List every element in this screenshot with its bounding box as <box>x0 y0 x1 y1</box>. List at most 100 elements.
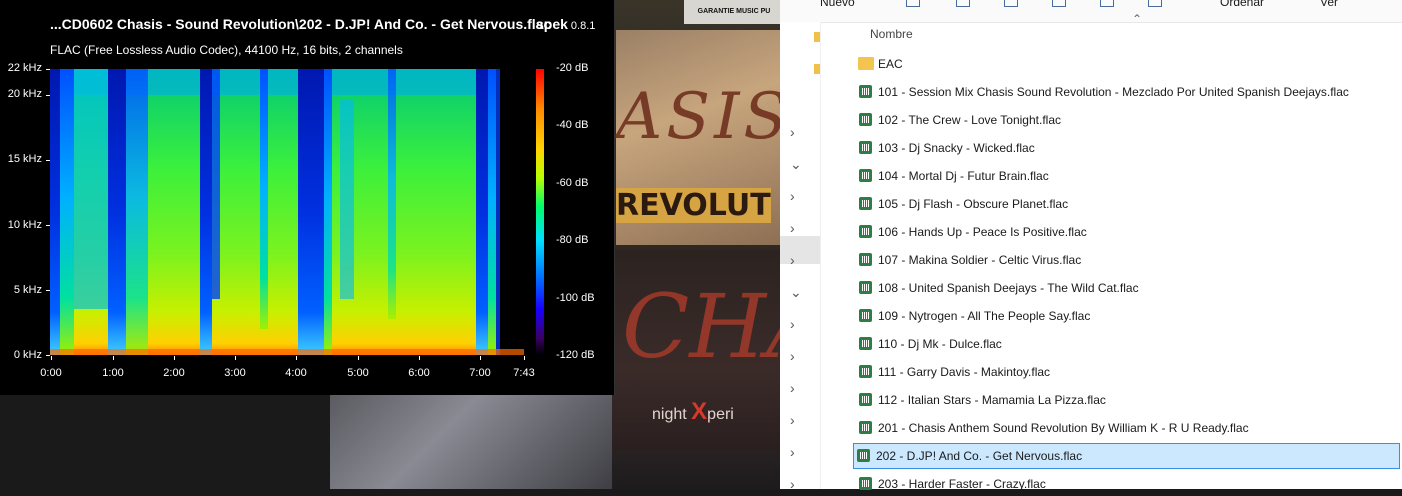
file-row[interactable]: 201 - Chasis Anthem Sound Revolution By … <box>856 416 1400 440</box>
y-tick-label: 0 kHz <box>13 349 42 361</box>
rename-icon[interactable] <box>1052 0 1066 7</box>
audio-file-icon <box>859 169 872 182</box>
db-tick-label: -40 dB <box>556 119 589 131</box>
garantie-sticker: GARANTIE MUSIC PU <box>684 0 782 24</box>
sort-arrow-icon[interactable]: ⌃ <box>1132 12 1142 26</box>
x-tick-label: 4:00 <box>285 367 307 379</box>
file-row[interactable]: 107 - Makina Soldier - Celtic Virus.flac <box>856 248 1400 272</box>
file-row[interactable]: 103 - Dj Snacky - Wicked.flac <box>856 136 1400 160</box>
folder-row[interactable]: EAC <box>856 52 1400 76</box>
x-tick <box>113 356 114 360</box>
x-tick <box>51 356 52 360</box>
y-tick <box>46 225 50 226</box>
db-tick-label: -100 dB <box>556 292 595 304</box>
file-name: 109 - Nytrogen - All The People Say.flac <box>878 309 1091 323</box>
y-tick <box>46 95 50 96</box>
x-tick <box>174 356 175 360</box>
file-name: 112 - Italian Stars - Mamamia La Pizza.f… <box>878 393 1106 407</box>
folder-icon <box>858 57 874 70</box>
sort-button[interactable]: Ordenar <box>1220 0 1264 9</box>
spek-window[interactable]: ...CD0602 Chasis - Sound Revolution\202 … <box>0 0 615 395</box>
x-tick-label: 2:00 <box>163 367 185 379</box>
file-name: 101 - Session Mix Chasis Sound Revolutio… <box>878 85 1349 99</box>
file-name: EAC <box>878 57 903 71</box>
chevron-right-icon[interactable]: › <box>790 380 795 396</box>
x-tick-label: 6:00 <box>408 367 430 379</box>
y-tick-label: 20 kHz <box>7 88 42 100</box>
audio-file-icon <box>859 421 872 434</box>
revolution-text: REVOLUT <box>616 188 771 223</box>
x-tick <box>480 356 481 360</box>
file-row[interactable]: 111 - Garry Davis - Makintoy.flac <box>856 360 1400 384</box>
peri-word: peri <box>707 406 734 423</box>
y-tick <box>46 290 50 291</box>
column-header-name[interactable]: Nombre <box>870 27 913 41</box>
file-row[interactable]: 202 - D.JP! And Co. - Get Nervous.flac <box>853 443 1400 469</box>
x-tick-label: 7:00 <box>469 367 491 379</box>
file-row[interactable]: 106 - Hands Up - Peace Is Positive.flac <box>856 220 1400 244</box>
x-tick-label: 7:43 <box>513 367 535 379</box>
chasis-logo-top: ASIS <box>616 80 782 154</box>
cut-icon[interactable] <box>906 0 920 7</box>
file-name: 108 - United Spanish Deejays - The Wild … <box>878 281 1139 295</box>
delete-icon[interactable] <box>1148 0 1162 7</box>
db-tick-label: -80 dB <box>556 234 589 246</box>
file-row[interactable]: 110 - Dj Mk - Dulce.flac <box>856 332 1400 356</box>
file-name: 106 - Hands Up - Peace Is Positive.flac <box>878 225 1087 239</box>
x-tick <box>235 356 236 360</box>
share-icon[interactable] <box>1100 0 1114 7</box>
y-tick-label: 22 kHz <box>7 62 42 74</box>
file-row[interactable]: 105 - Dj Flash - Obscure Planet.flac <box>856 192 1400 216</box>
night-experience-text: night Xperi <box>652 398 734 426</box>
chevron-right-icon[interactable]: › <box>790 444 795 460</box>
chevron-right-icon[interactable]: › <box>790 188 795 204</box>
copy-icon[interactable] <box>956 0 970 7</box>
file-row[interactable]: 203 - Harder Faster - Crazy.flac <box>856 472 1400 496</box>
db-tick-label: -60 dB <box>556 177 589 189</box>
chevron-down-icon[interactable]: ⌄ <box>790 284 802 301</box>
y-tick <box>46 355 50 356</box>
audio-file-icon <box>859 85 872 98</box>
db-tick-label: -120 dB <box>556 349 595 361</box>
audio-file-icon <box>859 197 872 210</box>
file-row[interactable]: 104 - Mortal Dj - Futur Brain.flac <box>856 164 1400 188</box>
chevron-right-icon[interactable]: › <box>790 348 795 364</box>
audio-file-icon <box>859 281 872 294</box>
y-tick <box>46 69 50 70</box>
file-explorer-window[interactable]: Nuevo Ordenar Ver › ⌄ › › › ⌄ › › › › › … <box>780 0 1402 492</box>
file-row[interactable]: 101 - Session Mix Chasis Sound Revolutio… <box>856 80 1400 104</box>
file-row[interactable]: 102 - The Crew - Love Tonight.flac <box>856 108 1400 132</box>
audio-file-icon <box>859 337 872 350</box>
audio-file-icon <box>859 309 872 322</box>
night-word: night <box>652 406 687 423</box>
file-name: 201 - Chasis Anthem Sound Revolution By … <box>878 421 1249 435</box>
paste-icon[interactable] <box>1004 0 1018 7</box>
file-name: 103 - Dj Snacky - Wicked.flac <box>878 141 1035 155</box>
file-name: 104 - Mortal Dj - Futur Brain.flac <box>878 169 1049 183</box>
audio-file-icon <box>859 477 872 490</box>
view-button[interactable]: Ver <box>1320 0 1338 9</box>
file-row[interactable]: 112 - Italian Stars - Mamamia La Pizza.f… <box>856 388 1400 412</box>
y-tick <box>46 160 50 161</box>
chevron-right-icon[interactable]: › <box>790 316 795 332</box>
chevron-right-icon[interactable]: › <box>790 220 795 236</box>
y-tick-label: 15 kHz <box>7 153 42 165</box>
x-tick <box>524 356 525 360</box>
file-name: 102 - The Crew - Love Tonight.flac <box>878 113 1061 127</box>
audio-file-icon <box>859 393 872 406</box>
nav-selected-item[interactable] <box>780 236 820 264</box>
new-button[interactable]: Nuevo <box>820 0 855 9</box>
chevron-right-icon[interactable]: › <box>790 252 795 268</box>
chevron-right-icon[interactable]: › <box>790 412 795 428</box>
chevron-right-icon[interactable]: › <box>790 476 795 492</box>
background-photo: GARANTIE MUSIC PU ASIS REVOLUT CHAS nigh… <box>612 0 782 489</box>
chevron-down-icon[interactable]: ⌄ <box>790 156 802 173</box>
chasis-logo-bottom: CHAS <box>622 275 782 378</box>
file-row[interactable]: 108 - United Spanish Deejays - The Wild … <box>856 276 1400 300</box>
y-tick-label: 10 kHz <box>7 219 42 231</box>
spectrogram <box>50 69 524 355</box>
x-tick-label: 5:00 <box>347 367 369 379</box>
chevron-right-icon[interactable]: › <box>790 124 795 140</box>
x-tick-label: 1:00 <box>102 367 124 379</box>
file-row[interactable]: 109 - Nytrogen - All The People Say.flac <box>856 304 1400 328</box>
